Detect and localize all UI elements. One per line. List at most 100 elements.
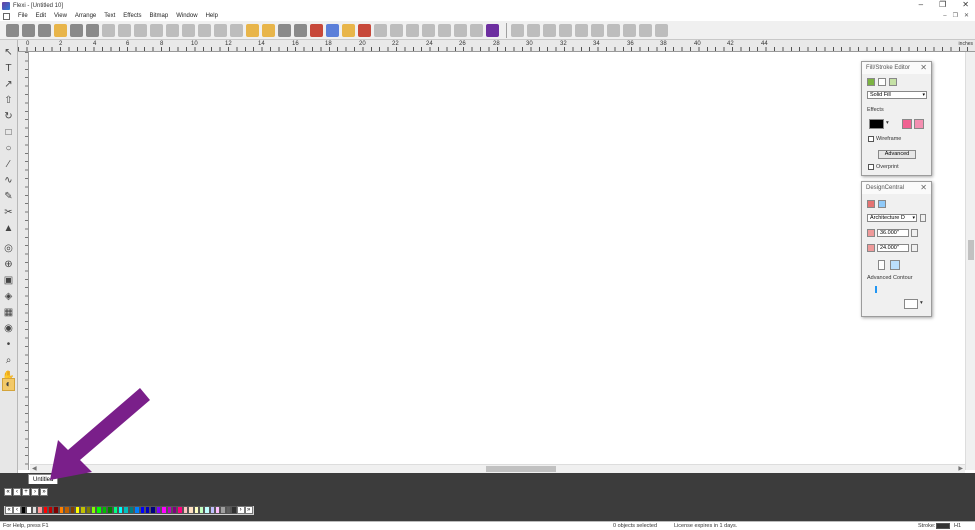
combine-icon[interactable] [278,23,291,37]
shadow-icon[interactable] [390,23,403,37]
rotate-tool-icon[interactable]: ↻ [2,110,15,123]
star-tool-icon[interactable] [559,23,572,37]
fill-color-icon[interactable] [326,23,339,37]
page-color-icon[interactable] [902,119,912,129]
menu-window[interactable]: Window [172,13,201,19]
rectangle-tool-icon[interactable] [511,23,524,37]
doc-close-button[interactable]: ✕ [964,11,969,21]
palette-prev-icon[interactable]: ‹ [13,506,21,514]
line-tool-icon[interactable] [575,23,588,37]
overprint-checkbox[interactable] [868,164,874,170]
zoom-tool-icon[interactable]: ⌕ [2,354,15,367]
outline-icon[interactable] [438,23,451,37]
chevron-down-icon[interactable]: ▾ [920,300,923,306]
cut-icon[interactable] [102,23,115,37]
ellipse-tool-icon[interactable]: ○ [2,142,15,155]
weld-tool-icon[interactable]: ⊕ [2,258,15,271]
trace-icon[interactable] [454,23,467,37]
menu-arrange[interactable]: Arrange [71,13,100,19]
width-input[interactable]: 36.000" [877,229,909,237]
fill-type-select[interactable]: Solid Fill ▾ [867,91,927,99]
barcode-icon[interactable] [470,23,483,37]
previous-page-icon[interactable]: ‹ [13,488,21,496]
distortion-icon[interactable] [406,23,419,37]
menu-help[interactable]: Help [202,13,222,19]
menu-effects[interactable]: Effects [119,13,145,19]
contour-slider[interactable] [875,286,877,293]
horizontal-scroll-thumb[interactable] [486,466,556,472]
stroke-tab-icon[interactable] [878,78,886,86]
close-button[interactable]: ✕ [962,0,969,10]
drawing-canvas[interactable] [30,52,965,470]
vertical-scrollbar[interactable] [965,52,975,470]
height-stepper[interactable] [911,244,918,252]
height-input[interactable]: 24.000" [877,244,909,252]
layout-icon[interactable] [878,200,886,208]
portrait-icon[interactable] [878,260,885,270]
contour-icon[interactable] [374,23,387,37]
dimension-tool-icon[interactable] [655,23,668,37]
chevron-down-icon[interactable]: ▾ [886,120,889,126]
shape-tool-icon[interactable]: □ [2,126,15,139]
next-page-icon[interactable]: › [31,488,39,496]
advanced-button[interactable]: Advanced [878,150,916,159]
pen-tool-icon[interactable] [591,23,604,37]
menu-edit[interactable]: Edit [32,13,50,19]
palette-icon[interactable] [342,23,355,37]
first-page-icon[interactable]: « [4,488,12,496]
text-tool-icon[interactable]: T [2,62,15,75]
vertical-ruler[interactable] [18,52,29,470]
design-central-icon[interactable] [486,23,499,37]
add-page-icon[interactable]: + [22,488,30,496]
landscape-icon[interactable] [890,260,900,270]
bitmap-tool-icon[interactable]: ▦ [2,306,15,319]
palette-next-icon[interactable]: › [236,506,245,514]
page-setup-icon[interactable] [867,200,875,208]
align-icon[interactable] [246,23,259,37]
knife-tool-icon[interactable] [607,23,620,37]
import-icon[interactable] [54,23,67,37]
effects-tab-icon[interactable] [889,78,897,86]
fill-tab-icon[interactable] [867,78,875,86]
scroll-right-icon[interactable]: ▶ [958,465,963,472]
weld-icon[interactable] [294,23,307,37]
eyedropper-tool-icon[interactable]: • [2,338,15,351]
page-options-icon[interactable] [920,214,926,222]
width-stepper[interactable] [911,229,918,237]
close-icon[interactable]: ✕ [920,182,927,194]
group-icon[interactable] [214,23,227,37]
doc-restore-button[interactable]: ❐ [953,11,958,21]
color-fill-tool-icon[interactable]: ◉ [2,322,15,335]
ungroup-icon[interactable] [230,23,243,37]
knife-tool-icon[interactable]: ✂ [2,206,15,219]
palette-first-icon[interactable]: « [5,506,13,514]
minimize-button[interactable]: – [919,0,923,10]
polygon-tool-icon[interactable] [543,23,556,37]
pencil-tool-icon[interactable]: ✎ [2,190,15,203]
envelope-tool-icon[interactable]: ▣ [2,274,15,287]
print-icon[interactable] [70,23,83,37]
blend-icon[interactable] [422,23,435,37]
contour-tool-icon[interactable]: ◎ [2,242,15,255]
ellipse-tool-icon[interactable] [527,23,540,37]
copy-icon[interactable] [118,23,131,37]
paste-icon[interactable] [134,23,147,37]
color-picker-icon[interactable] [310,23,323,37]
distribute-icon[interactable] [262,23,275,37]
paint-tool-icon[interactable]: ▲ [2,222,15,235]
rip-icon[interactable] [358,23,371,37]
select-tool-icon[interactable]: ↖ [2,46,15,59]
page-size-select[interactable]: Architecture D ▾ [867,214,917,222]
menu-bitmap[interactable]: Bitmap [146,13,173,19]
palette-last-icon[interactable]: » [244,506,253,514]
menu-text[interactable]: Text [100,13,119,19]
envelope-icon[interactable] [904,299,918,309]
transform-tool-icon[interactable]: ⇧ [2,94,15,107]
last-page-icon[interactable]: » [40,488,48,496]
horizontal-scrollbar[interactable]: ◀ ▶ [30,464,965,473]
redo-icon[interactable] [198,23,211,37]
open-file-icon[interactable] [22,23,35,37]
production-manager-icon[interactable] [86,23,99,37]
fill-stroke-tool-icon[interactable]: ◐ [2,378,15,391]
undo-icon[interactable] [182,23,195,37]
